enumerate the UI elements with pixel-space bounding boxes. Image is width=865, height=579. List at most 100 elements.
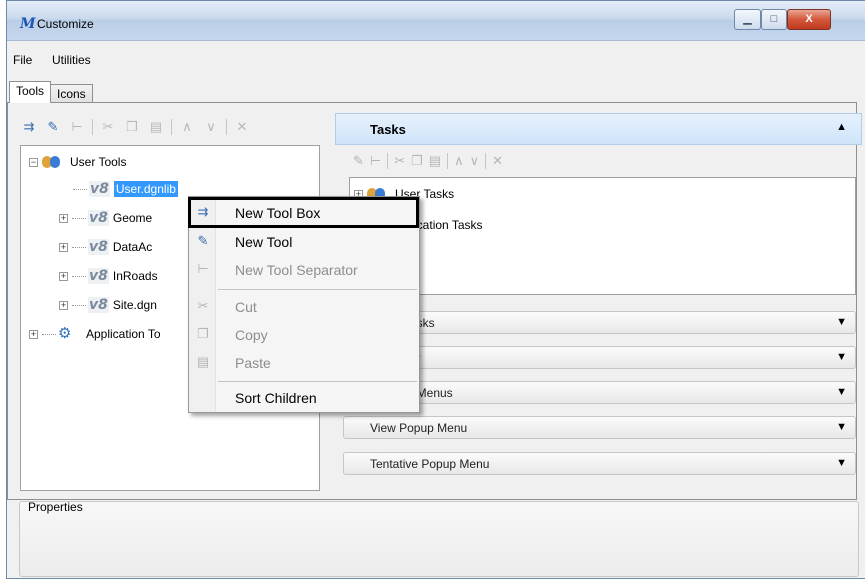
tree-line [72, 304, 86, 306]
paste-icon[interactable]: ▤ [147, 119, 165, 135]
expand-icon[interactable]: + [59, 300, 68, 310]
menu-item-label: Sort Children [235, 390, 317, 406]
new-task-icon[interactable]: ✎ [353, 153, 364, 169]
expand-icon[interactable]: + [59, 271, 68, 281]
tree-line [72, 217, 86, 219]
copy-icon: ❐ [197, 326, 209, 341]
chevron-up-icon[interactable]: ▲ [836, 121, 847, 133]
cut-icon: ✂ [197, 298, 209, 313]
title-bar: M Customize ▁ □ X [7, 1, 865, 41]
menu-item-label: Paste [235, 355, 271, 371]
menu-item-copy[interactable]: ❐ Copy [189, 324, 419, 346]
cut-icon[interactable]: ✂ [394, 153, 405, 169]
v8-file-icon: v8 [88, 239, 109, 255]
move-up-icon[interactable]: ∧ [178, 119, 196, 135]
new-tool-icon[interactable]: ✎ [44, 119, 62, 135]
chevron-down-icon[interactable]: ▼ [836, 421, 847, 433]
properties-label: Properties [28, 500, 83, 514]
section-label: View Popup Menu [370, 421, 468, 435]
users-icon [42, 154, 64, 170]
window-title: Customize [37, 17, 94, 31]
v8-file-icon: v8 [88, 297, 109, 313]
tree-node-geometry[interactable]: + v8 Geome [59, 208, 152, 228]
tree-line [72, 275, 86, 277]
tree-line [42, 333, 56, 335]
tree-toolbar: ⇉ ✎ ⊢ ✂ ❐ ▤ ∧ ∨ ✕ [20, 116, 251, 138]
tree-label: User.dgnlib [113, 181, 178, 197]
tasks-toolbar: ✎ ⊢ ✂ ❐ ▤ ∧ ∨ ✕ [353, 153, 503, 169]
v8-file-icon: v8 [88, 268, 109, 284]
chevron-down-icon[interactable]: ▼ [836, 386, 847, 398]
move-down-icon[interactable]: ∨ [202, 119, 220, 135]
separator-icon[interactable]: ⊢ [68, 119, 86, 135]
tree-node-user-tools[interactable]: − User Tools [29, 152, 126, 172]
menu-item-paste[interactable]: ▤ Paste [189, 352, 419, 374]
tree-label: Site.dgn [112, 298, 157, 312]
separator-icon[interactable]: ⊢ [370, 153, 381, 169]
highlight-box [188, 197, 419, 228]
v8-file-icon: v8 [89, 181, 110, 197]
tree-node-user-dgnlib[interactable]: v8 User.dgnlib [73, 179, 178, 199]
tree-label: DataAc [112, 240, 153, 254]
move-up-icon[interactable]: ∧ [454, 153, 464, 169]
tree-label: InRoads [112, 269, 158, 283]
menu-separator [218, 381, 417, 382]
tree-node-application-tools[interactable]: + ⚙ Application To [29, 324, 161, 344]
menu-utilities[interactable]: Utilities [52, 53, 91, 67]
tab-tools[interactable]: Tools [9, 81, 52, 103]
close-button[interactable]: X [787, 9, 831, 30]
chevron-down-icon[interactable]: ▼ [836, 351, 847, 363]
section-tentative-popup-menu[interactable]: Tentative Popup Menu ▼ [343, 452, 856, 475]
menu-item-sort-children[interactable]: Sort Children [189, 387, 419, 409]
tab-icons[interactable]: Icons [50, 84, 93, 103]
menu-item-label: Cut [235, 299, 257, 315]
customize-window: M Customize ▁ □ X File Utilities Tools I… [6, 0, 865, 579]
divider [387, 153, 389, 169]
tree-node-site[interactable]: + v8 Site.dgn [59, 295, 157, 315]
new-toolbox-icon[interactable]: ⇉ [20, 119, 38, 135]
divider [92, 119, 93, 135]
cut-icon[interactable]: ✂ [99, 119, 117, 135]
delete-icon[interactable]: ✕ [233, 119, 251, 135]
section-label: Tentative Popup Menu [370, 457, 490, 471]
menu-item-cut[interactable]: ✂ Cut [189, 296, 419, 318]
copy-icon[interactable]: ❐ [411, 153, 423, 169]
properties-group: Properties [19, 500, 859, 577]
paste-icon[interactable]: ▤ [429, 153, 441, 169]
chevron-down-icon[interactable]: ▼ [836, 457, 847, 469]
menu-item-label: Copy [235, 327, 268, 343]
expand-icon[interactable]: + [29, 329, 38, 339]
tree-node-dataacquisition[interactable]: + v8 DataAc [59, 237, 152, 257]
menu-separator [218, 289, 417, 290]
tasks-tree: + User Tasks Application Tasks [349, 177, 856, 295]
tree-label: Application To [86, 327, 161, 341]
section-view-popup-menu[interactable]: View Popup Menu ▼ [343, 416, 856, 439]
tasks-header[interactable]: Tasks ▲ [335, 113, 862, 145]
chevron-down-icon[interactable]: ▼ [836, 316, 847, 328]
context-menu: ⇉ New Tool Box ✎ New Tool ⊢ New Tool Sep… [188, 196, 420, 413]
menu-item-new-tool-separator[interactable]: ⊢ New Tool Separator [189, 259, 419, 281]
tree-label: User Tools [70, 155, 127, 169]
application-gear-icon: ⚙ [58, 325, 72, 342]
tools-tab-content: ⇉ ✎ ⊢ ✂ ❐ ▤ ∧ ∨ ✕ − User Tools v8 User.d… [7, 102, 862, 500]
expand-icon[interactable]: + [59, 213, 68, 223]
expand-icon[interactable]: + [59, 242, 68, 252]
divider [485, 153, 487, 169]
copy-icon[interactable]: ❐ [123, 119, 141, 135]
move-down-icon[interactable]: ∨ [470, 153, 480, 169]
collapse-icon[interactable]: − [29, 157, 38, 167]
maximize-button[interactable]: □ [761, 9, 787, 30]
menu-item-label: New Tool [235, 234, 293, 250]
minimize-button[interactable]: ▁ [734, 9, 761, 30]
divider [447, 153, 449, 169]
separator-icon: ⊢ [197, 261, 209, 276]
new-tool-icon: ✎ [197, 233, 209, 248]
menu-file[interactable]: File [13, 53, 32, 67]
menu-item-new-tool[interactable]: ✎ New Tool [189, 231, 419, 253]
tasks-title: Tasks [370, 122, 406, 137]
app-logo-icon: M [20, 16, 36, 32]
tree-node-inroads[interactable]: + v8 InRoads [59, 266, 158, 286]
delete-icon[interactable]: ✕ [492, 153, 503, 169]
paste-icon: ▤ [196, 354, 210, 369]
v8-file-icon: v8 [88, 210, 109, 226]
